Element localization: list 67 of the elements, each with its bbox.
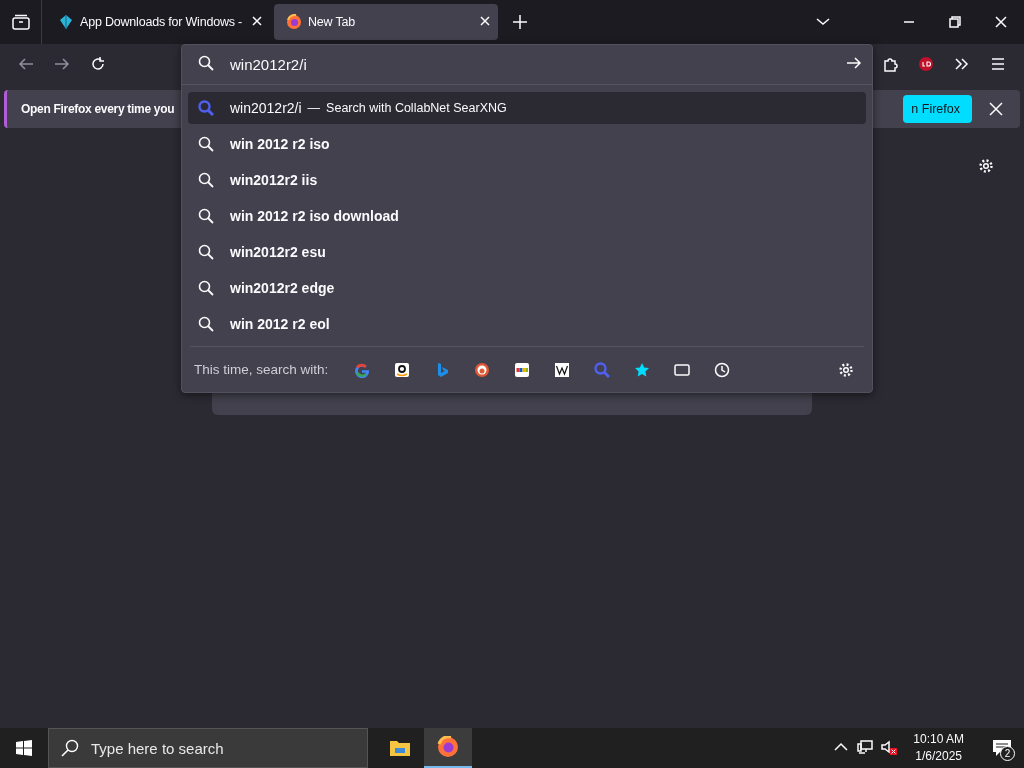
search-icon — [198, 55, 214, 71]
extensions-puzzle-icon[interactable] — [882, 56, 898, 72]
suggestion-query: win 2012 r2 eol — [230, 316, 330, 332]
close-icon[interactable] — [993, 14, 1009, 30]
suggestion-row[interactable]: win2012r2/i — Search with CollabNet SearXNG — [188, 92, 866, 124]
firefox-logo-icon — [286, 14, 302, 30]
search-icon — [198, 316, 214, 332]
folder-icon[interactable] — [389, 739, 411, 757]
suggestion-row[interactable]: win2012r2 iis — [188, 164, 866, 196]
suggestion-row[interactable]: win 2012 r2 iso download — [188, 200, 866, 232]
close-icon[interactable] — [252, 16, 262, 26]
close-icon[interactable] — [989, 102, 1003, 116]
search-icon — [61, 739, 79, 757]
browser-tab[interactable]: App Downloads for Windows - — [46, 4, 270, 40]
tabs-icon[interactable] — [674, 361, 691, 378]
suggestion-query: win 2012 r2 iso — [230, 136, 330, 152]
back-arrow-icon[interactable] — [18, 56, 34, 72]
separator-dash: — — [307, 101, 321, 115]
windows-logo-icon[interactable] — [16, 740, 32, 756]
browser-tab[interactable]: New Tab — [274, 4, 498, 40]
suggestion-row[interactable]: win 2012 r2 eol — [188, 308, 866, 340]
search-icon — [198, 172, 214, 188]
menu-icon[interactable] — [990, 56, 1006, 72]
taskbar-search-box[interactable]: Type here to search — [48, 728, 368, 768]
restore-icon[interactable] — [947, 14, 963, 30]
amazon-logo-icon[interactable] — [394, 361, 411, 378]
clock-date: 1/6/2025 — [915, 748, 962, 765]
magnifier-icon — [198, 100, 214, 116]
suggestion-row[interactable]: win2012r2 esu — [188, 236, 866, 268]
address-field[interactable]: win2012r2/i — [228, 55, 832, 74]
network-monitor-icon[interactable] — [857, 738, 874, 755]
clock-time: 10:10 AM — [913, 731, 964, 748]
speaker-muted-icon[interactable] — [881, 738, 898, 755]
search-icon — [198, 208, 214, 224]
forward-arrow-icon[interactable] — [54, 56, 70, 72]
overflow-chevrons-icon[interactable] — [954, 56, 970, 72]
go-arrow-icon[interactable] — [846, 55, 862, 71]
duckduckgo-logo-icon[interactable] — [474, 361, 491, 378]
search-icon — [198, 136, 214, 152]
shield-badge-icon[interactable] — [918, 56, 934, 72]
firefox-logo-icon[interactable] — [437, 736, 459, 758]
history-clock-icon[interactable] — [714, 361, 731, 378]
suggestion-row[interactable]: win2012r2 edge — [188, 272, 866, 304]
suggestion-query: win2012r2 iis — [230, 172, 318, 188]
reload-icon[interactable] — [90, 56, 106, 72]
new-tab-plus-icon[interactable] — [513, 15, 527, 29]
close-icon[interactable] — [480, 16, 490, 26]
suggestion-query: win2012r2 esu — [230, 244, 326, 260]
suggestion-action: Search with CollabNet SearXNG — [326, 101, 507, 115]
suggestion-query: win2012r2/i — [230, 100, 302, 116]
notification-count-badge: 2 — [1000, 746, 1015, 761]
bookmark-star-icon[interactable] — [634, 361, 651, 378]
suggestion-row[interactable]: win 2012 r2 iso — [188, 128, 866, 160]
search-with-label: This time, search with: — [194, 362, 329, 377]
tab-list-icon[interactable] — [11, 14, 30, 30]
open-firefox-button[interactable]: n Firefox — [903, 95, 972, 123]
clock[interactable]: 10:10 AM 1/6/2025 — [905, 731, 972, 765]
google-logo-icon[interactable] — [354, 361, 371, 378]
taskbar-search-field[interactable]: Type here to search — [89, 738, 349, 758]
search-icon — [198, 280, 214, 296]
settings-gear-icon[interactable] — [838, 361, 854, 378]
notification-message: Open Firefox every time you — [21, 102, 175, 116]
wikipedia-logo-icon[interactable] — [554, 361, 571, 378]
search-icon — [198, 244, 214, 260]
suggestion-query: win 2012 r2 iso download — [230, 208, 399, 224]
settings-gear-icon[interactable] — [978, 158, 994, 174]
suggestion-query: win2012r2 edge — [230, 280, 335, 296]
